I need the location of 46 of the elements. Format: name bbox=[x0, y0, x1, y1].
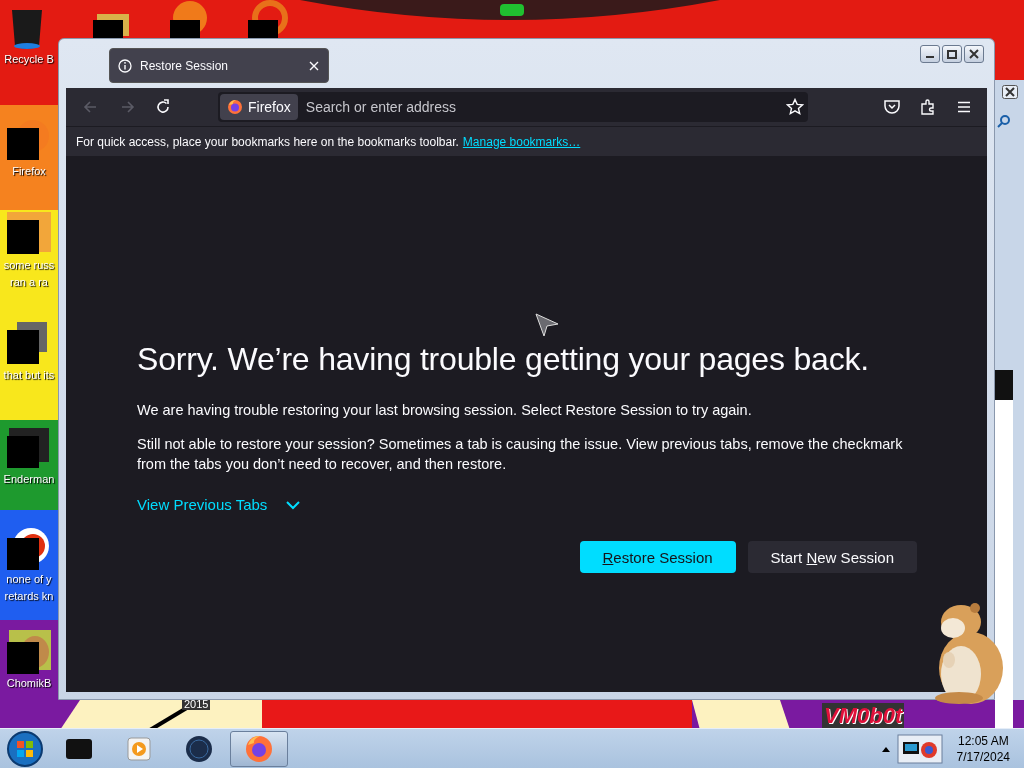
icon-label: ChomikB bbox=[6, 676, 52, 691]
address-field[interactable]: Search or enter address bbox=[297, 99, 786, 115]
icon-label: some russ bbox=[3, 258, 55, 273]
manage-bookmarks-link[interactable]: Manage bookmarks… bbox=[462, 134, 581, 149]
browser-tab[interactable]: Restore Session bbox=[109, 48, 329, 83]
clock-time[interactable]: 12:05 AM bbox=[957, 733, 1009, 749]
desktop-icon[interactable] bbox=[7, 118, 51, 162]
desktop-icon[interactable] bbox=[7, 526, 51, 570]
fox-icon bbox=[227, 99, 243, 115]
identity-button[interactable]: Firefox bbox=[220, 94, 298, 120]
icon-label: Firefox bbox=[12, 164, 46, 179]
paragraph: We are having trouble restoring your last browsing session. Select Restore Session to try again. bbox=[137, 401, 753, 420]
new-session-button[interactable]: Start New Session bbox=[747, 541, 917, 573]
puzzle-icon[interactable] bbox=[919, 98, 937, 116]
icon-label: retards kn bbox=[4, 589, 54, 604]
wallpaper-text: VM0b0t bbox=[822, 703, 905, 729]
info-icon bbox=[118, 58, 132, 73]
tray-icon[interactable] bbox=[896, 734, 943, 764]
pocket-icon[interactable] bbox=[883, 98, 901, 116]
restore-button[interactable]: Restore Session bbox=[579, 541, 736, 573]
caret-icon[interactable] bbox=[880, 745, 891, 753]
desktop-icon[interactable] bbox=[7, 630, 51, 674]
icon-label: that but its bbox=[3, 368, 55, 383]
start-button[interactable] bbox=[6, 730, 44, 768]
paragraph: Still not able to restore your session? Sometimes a tab is causing the issue. View previous tabs, remove the checkmark from the tabs you don’t need to recover, and then restore. bbox=[137, 435, 904, 474]
globe-icon bbox=[183, 733, 215, 765]
cursor-icon bbox=[534, 312, 560, 338]
reload-icon[interactable] bbox=[154, 98, 172, 116]
address-bar[interactable]: Firefox Search or enter address bbox=[218, 92, 808, 122]
close-icon[interactable] bbox=[1002, 85, 1018, 99]
icon-label: none of y bbox=[6, 572, 52, 587]
view-tabs-toggle[interactable]: View Previous Tabs bbox=[137, 496, 302, 513]
desktop-icon[interactable] bbox=[170, 0, 210, 38]
icon-label: Recycle B bbox=[4, 52, 54, 67]
icon-label: Enderman bbox=[3, 472, 55, 487]
bookmarks-hint: For quick access, place your bookmarks here on the bookmarks toolbar. bbox=[76, 134, 459, 149]
desktop-icon[interactable] bbox=[7, 212, 51, 256]
fox-icon bbox=[243, 733, 275, 765]
tab-title: Restore Session bbox=[140, 58, 230, 73]
search-icon[interactable] bbox=[997, 114, 1011, 128]
star-icon[interactable] bbox=[786, 98, 804, 116]
desktop-icon[interactable] bbox=[248, 0, 288, 38]
chevron-icon bbox=[285, 499, 302, 510]
icon-label: ran a ra bbox=[10, 275, 48, 290]
page-heading: Sorry. We’re having trouble getting your pages back. bbox=[137, 341, 870, 378]
clock-date[interactable]: 7/17/2024 bbox=[956, 749, 1010, 765]
